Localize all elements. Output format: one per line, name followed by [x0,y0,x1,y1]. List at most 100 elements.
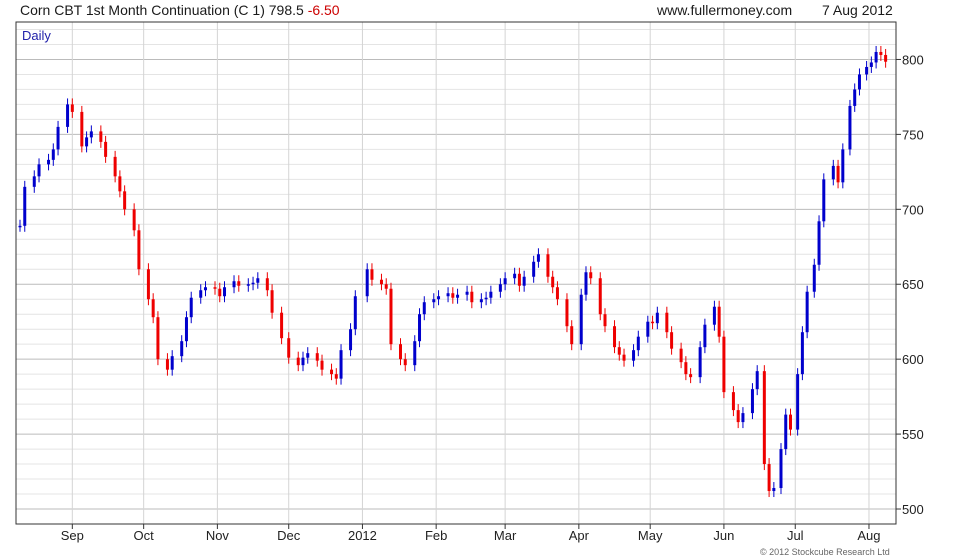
candle-body [555,287,559,300]
x-tick-label: Oct [134,528,155,543]
candle-body [853,89,857,106]
candle-body [741,413,745,423]
candle-body [646,321,650,337]
candle-body [532,261,536,277]
candle-body [432,299,436,303]
x-tick-label: May [638,528,663,543]
candle-body [551,276,555,288]
candle-body [456,294,460,298]
candle-body [137,230,141,270]
candle-body [805,291,809,333]
candle-body [146,269,150,300]
candle-body [617,347,621,355]
candle-body [451,293,455,298]
candle-body [370,269,374,280]
candle-body [579,294,583,345]
candle-body [717,306,721,337]
candle-body [218,288,222,297]
candle-body [237,281,241,286]
candle-body [265,278,269,291]
candle-body [784,414,788,450]
y-tick-label: 550 [902,427,924,442]
candle-body [70,104,74,112]
candle-body [636,336,640,351]
candle-body [651,321,655,324]
candle-body [703,324,707,348]
candle-body [398,344,402,360]
candle-body [665,312,669,333]
candle-body [66,104,70,127]
x-tick-label: 2012 [348,528,377,543]
candle-body [750,389,754,414]
candle-body [287,338,291,358]
candle-body [189,297,193,318]
candle-body [848,105,852,150]
candle-body [479,299,483,303]
candle-body [570,326,574,345]
candle-body [170,356,174,370]
candle-body [565,299,569,327]
candle-body [203,287,207,291]
candle-body [199,290,203,298]
candle-body [251,282,255,285]
candle-body [622,354,626,361]
candle-body [32,176,36,187]
candle-body [56,126,60,150]
candle-body [232,281,236,288]
candle-body [536,254,540,262]
x-tick-label: Aug [857,528,880,543]
candle-body [446,293,450,297]
candle-body [379,279,383,285]
candle-body [670,332,674,349]
candle-body [296,357,300,366]
candle-body [18,225,22,228]
candle-body [113,156,117,177]
candle-body [655,312,659,324]
candle-body [584,272,588,295]
candle-body [513,273,517,279]
x-tick-label: Nov [206,528,230,543]
candle-body [270,290,274,313]
candle-body [698,347,702,378]
candle-body [85,137,89,147]
candle-body [47,159,51,165]
candle-body [598,278,602,315]
y-tick-label: 700 [902,202,924,217]
candle-body [156,317,160,360]
candle-body [817,221,821,265]
price-series [18,45,888,498]
candle-body [51,149,55,160]
candle-body [246,284,250,286]
candle-body [118,176,122,192]
price-chart: 500 550 600 650 700 750 800 Sep Oct Nov Dec 2012 Feb… [15,21,924,557]
candle-body [349,329,353,351]
interval-label: Daily [22,28,51,43]
candle-body [315,353,319,361]
y-tick-label: 650 [902,277,924,292]
candle-body [589,272,593,279]
candle-body [389,288,393,345]
y-tick-label: 500 [902,502,924,517]
x-tick-label: Jul [787,528,804,543]
candle-body [722,336,726,393]
candle-body [470,291,474,303]
x-tick-label: Jun [713,528,734,543]
candle-body [836,165,840,183]
candle-body [689,374,693,378]
candle-body [104,141,108,157]
candle-body [165,359,169,370]
x-tick-label: Apr [569,528,590,543]
candle-body [684,362,688,375]
candle-body [437,296,441,300]
candle-body [517,273,521,286]
candle-body [869,62,873,67]
candle-body [123,191,127,210]
candle-body [465,291,469,295]
candle-body [413,341,417,366]
candle-body [731,392,735,411]
candle-body [132,209,136,231]
candle-body [403,359,407,366]
candle-body [755,371,759,390]
candle-body [632,350,636,361]
candle-body [365,269,369,297]
